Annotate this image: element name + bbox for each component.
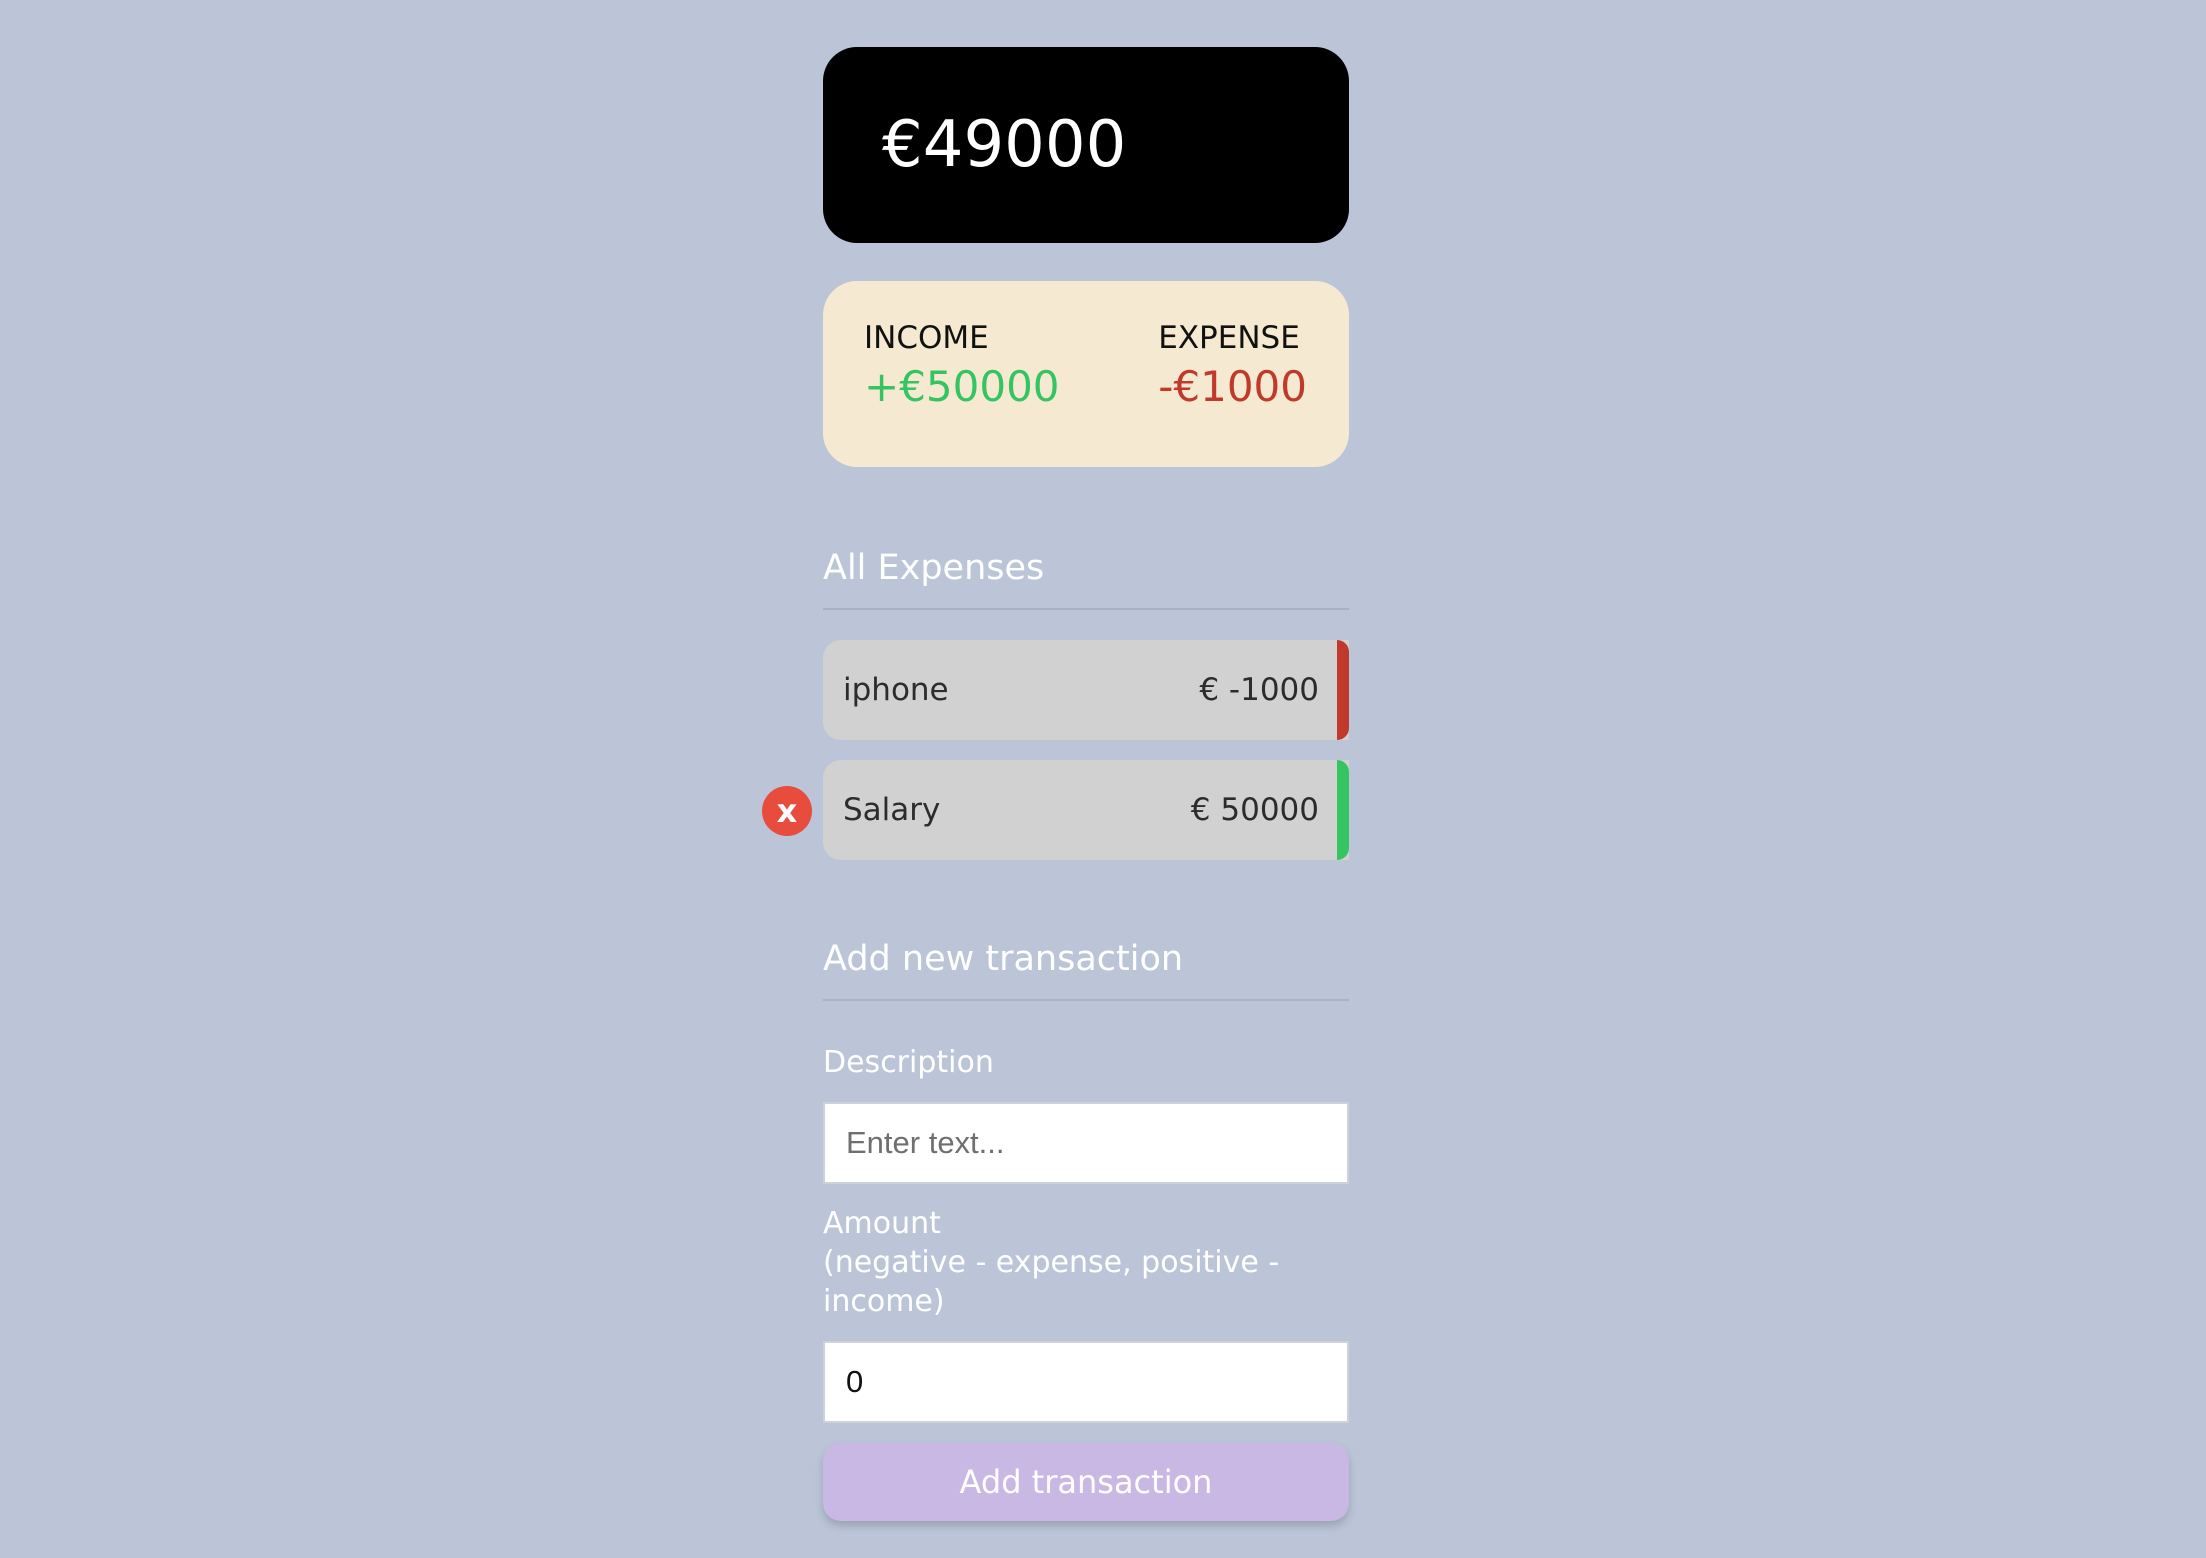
- expense-value: -€1000: [1158, 362, 1307, 411]
- balance-value: €49000: [882, 108, 1127, 182]
- transaction-item[interactable]: iphone € -1000: [823, 640, 1349, 740]
- all-expenses-title: All Expenses: [823, 548, 1045, 588]
- income-expense-summary: INCOME +€50000 EXPENSE -€1000: [823, 281, 1349, 467]
- close-icon: x: [776, 792, 798, 830]
- income-label: INCOME: [864, 320, 989, 356]
- balance-card: €49000: [823, 47, 1349, 243]
- description-label: Description: [823, 1045, 994, 1080]
- transaction-amount: € 50000: [1190, 791, 1319, 828]
- transaction-description: Salary: [843, 791, 941, 828]
- add-transaction-title: Add new transaction: [823, 939, 1184, 979]
- income-summary: INCOME +€50000: [864, 323, 1060, 467]
- transaction-list: iphone € -1000 x Salary € 50000: [762, 640, 1349, 860]
- amount-input[interactable]: [823, 1341, 1349, 1423]
- amount-hint: (negative - expense, positive - income): [823, 1245, 1280, 1319]
- transaction-amount: € -1000: [1199, 671, 1319, 708]
- add-transaction-button[interactable]: Add transaction: [823, 1443, 1349, 1521]
- expense-label: EXPENSE: [1158, 320, 1300, 356]
- transaction-item[interactable]: x Salary € 50000: [762, 760, 1349, 860]
- amount-label-group: Amount (negative - expense, positive - i…: [823, 1204, 1349, 1321]
- description-input[interactable]: [823, 1102, 1349, 1184]
- section-divider: [823, 608, 1349, 610]
- expense-tracker-app: €49000 INCOME +€50000 EXPENSE -€1000 All…: [762, 47, 1349, 1521]
- delete-transaction-button[interactable]: x: [762, 786, 812, 836]
- amount-label: Amount: [823, 1206, 941, 1241]
- expense-summary: EXPENSE -€1000: [1158, 323, 1307, 467]
- income-value: +€50000: [864, 362, 1060, 411]
- transaction-description: iphone: [843, 671, 949, 708]
- section-divider: [823, 999, 1349, 1001]
